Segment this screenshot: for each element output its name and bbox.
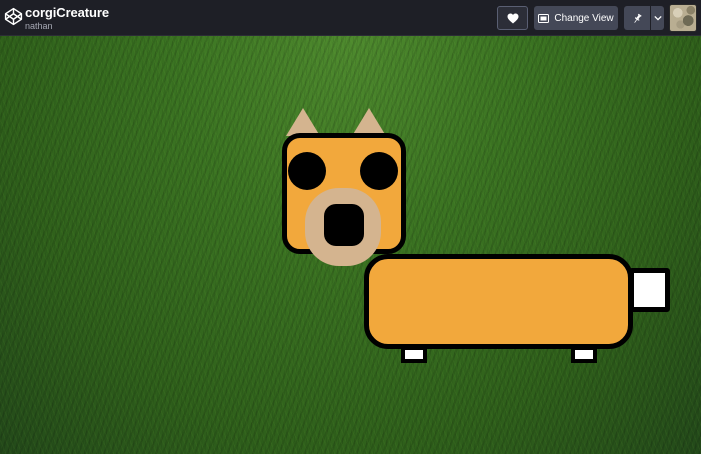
corgi-left-ear [286, 108, 320, 136]
change-view-button[interactable]: Change View [534, 6, 618, 30]
corgi-left-eye [288, 152, 326, 190]
pen-author[interactable]: nathan [25, 21, 109, 31]
pen-header: corgiCreature nathan Change View [0, 0, 701, 36]
corgi-body [364, 254, 633, 349]
heart-button[interactable] [497, 6, 528, 30]
corgi-right-eye [360, 152, 398, 190]
layout-icon [538, 13, 550, 23]
pen-title-block: corgiCreature nathan [25, 5, 109, 31]
heart-icon [507, 13, 518, 23]
pin-options-button[interactable] [651, 6, 664, 30]
preview-stage [0, 36, 701, 454]
corgi-right-ear [352, 108, 386, 136]
pin-button[interactable] [624, 6, 650, 30]
codepen-logo-icon[interactable] [4, 7, 23, 26]
pin-icon [633, 13, 642, 23]
corgi-mouth [324, 204, 364, 246]
pen-title[interactable]: corgiCreature [25, 5, 109, 20]
chevron-down-icon [653, 15, 662, 21]
corgi-tail [629, 268, 670, 312]
change-view-label: Change View [554, 12, 614, 24]
user-avatar[interactable] [669, 4, 697, 32]
